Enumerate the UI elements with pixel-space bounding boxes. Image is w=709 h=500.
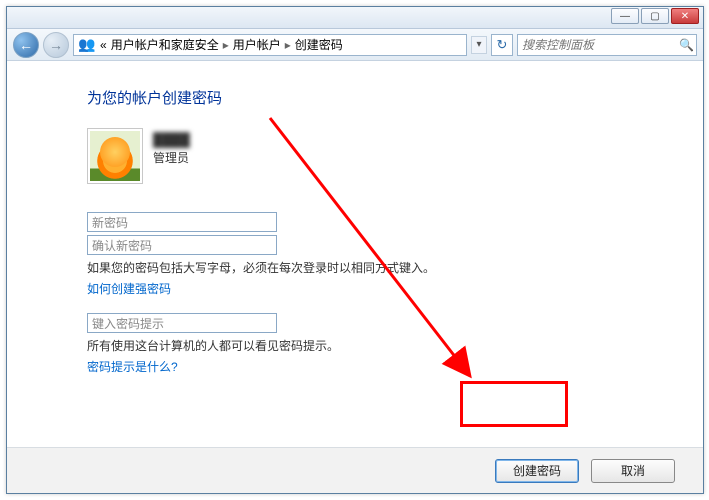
breadcrumb[interactable]: 创建密码 xyxy=(295,36,343,53)
cancel-button[interactable]: 取消 xyxy=(591,459,675,483)
chevron-right-icon: ▸ xyxy=(223,38,229,52)
crumb-overflow[interactable]: « xyxy=(100,38,107,52)
hint-note: 所有使用这台计算机的人都可以看见密码提示。 xyxy=(87,337,703,354)
user-name: ████ xyxy=(153,132,190,147)
forward-button[interactable]: → xyxy=(43,32,69,58)
avatar xyxy=(87,128,143,184)
password-hint-input[interactable]: 键入密码提示 xyxy=(87,313,277,333)
navbar: ← → 👥 « 用户帐户和家庭安全 ▸ 用户帐户 ▸ 创建密码 ▾ ↻ 🔍 xyxy=(7,29,703,61)
search-icon: 🔍 xyxy=(679,38,694,52)
close-button[interactable]: ✕ xyxy=(671,8,699,24)
hint-section: 键入密码提示 所有使用这台计算机的人都可以看见密码提示。 密码提示是什么? xyxy=(87,313,703,375)
footer: 创建密码 取消 xyxy=(7,447,703,493)
address-bar[interactable]: 👥 « 用户帐户和家庭安全 ▸ 用户帐户 ▸ 创建密码 xyxy=(73,34,467,56)
user-row: ████ 管理员 xyxy=(87,128,703,184)
minimize-button[interactable]: — xyxy=(611,8,639,24)
strong-password-link[interactable]: 如何创建强密码 xyxy=(87,280,171,297)
new-password-input[interactable]: 新密码 xyxy=(87,212,277,232)
address-dropdown[interactable]: ▾ xyxy=(471,36,487,54)
breadcrumb[interactable]: 用户帐户 xyxy=(233,36,281,53)
window: — ▢ ✕ ← → 👥 « 用户帐户和家庭安全 ▸ 用户帐户 ▸ 创建密码 ▾ … xyxy=(6,6,704,494)
password-section: 新密码 确认新密码 如果您的密码包括大写字母，必须在每次登录时以相同方式键入。 … xyxy=(87,212,703,297)
refresh-button[interactable]: ↻ xyxy=(491,34,513,56)
titlebar: — ▢ ✕ xyxy=(7,7,703,29)
user-role: 管理员 xyxy=(153,149,190,166)
search-box[interactable]: 🔍 xyxy=(517,34,697,56)
content: 为您的帐户创建密码 ████ 管理员 新密码 确认新密码 如果您的密码包括大写字… xyxy=(7,61,703,447)
confirm-password-input[interactable]: 确认新密码 xyxy=(87,235,277,255)
create-password-button[interactable]: 创建密码 xyxy=(495,459,579,483)
maximize-button[interactable]: ▢ xyxy=(641,8,669,24)
chevron-right-icon: ▸ xyxy=(285,38,291,52)
page-title: 为您的帐户创建密码 xyxy=(87,87,703,108)
caps-note: 如果您的密码包括大写字母，必须在每次登录时以相同方式键入。 xyxy=(87,259,703,276)
breadcrumb[interactable]: 用户帐户和家庭安全 xyxy=(111,36,219,53)
user-info: ████ 管理员 xyxy=(153,128,190,166)
hint-help-link[interactable]: 密码提示是什么? xyxy=(87,358,178,375)
back-button[interactable]: ← xyxy=(13,32,39,58)
search-input[interactable] xyxy=(522,38,679,52)
users-panel-icon: 👥 xyxy=(78,36,96,54)
